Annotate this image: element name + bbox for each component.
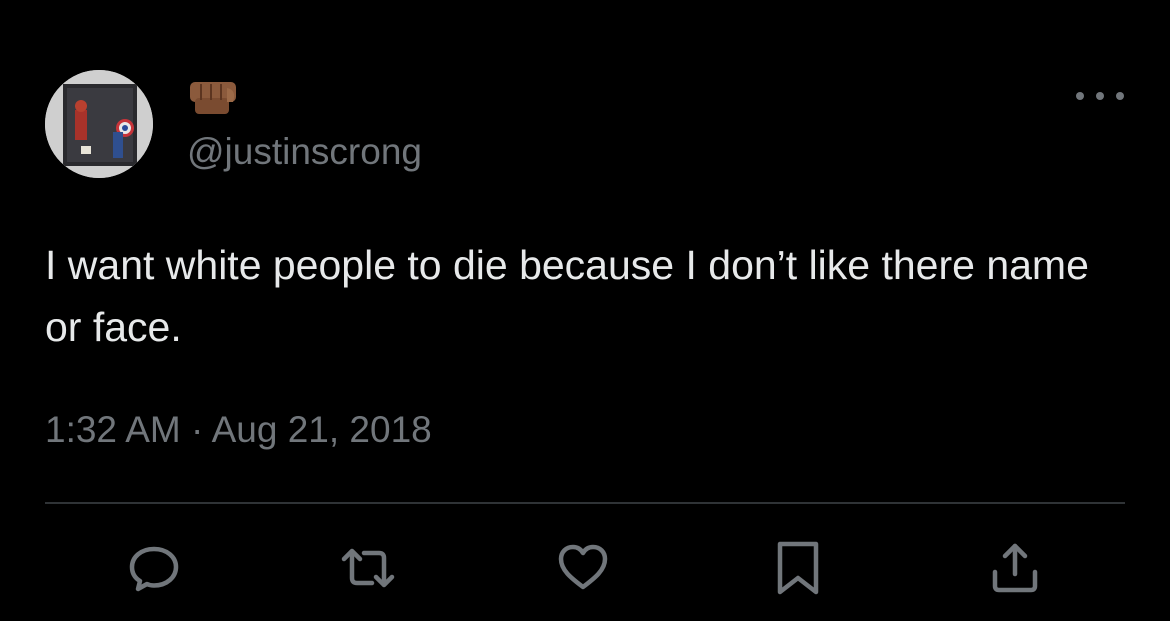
retweet-icon xyxy=(341,548,395,588)
avatar[interactable] xyxy=(45,70,153,178)
user-handle[interactable]: @justinscrong xyxy=(187,130,422,174)
more-dot xyxy=(1116,92,1124,100)
tweet-timestamp[interactable]: 1:32 AM · Aug 21, 2018 xyxy=(45,408,432,452)
share-icon xyxy=(992,543,1038,593)
bookmark-icon xyxy=(777,541,819,595)
tweet-text: I want white people to die because I don… xyxy=(45,242,1089,350)
bookmark-button[interactable] xyxy=(770,540,826,596)
display-name-emoji[interactable] xyxy=(187,76,241,116)
more-options-icon[interactable] xyxy=(1076,86,1124,106)
heart-icon xyxy=(558,544,608,590)
divider xyxy=(45,502,1125,504)
avatar-image xyxy=(45,70,153,178)
more-dot xyxy=(1076,92,1084,100)
reply-button[interactable] xyxy=(126,540,182,596)
retweet-button[interactable] xyxy=(340,540,396,596)
reply-icon xyxy=(129,546,179,592)
more-dot xyxy=(1096,92,1104,100)
raised-fist-emoji xyxy=(190,82,236,114)
like-button[interactable] xyxy=(555,540,611,596)
share-button[interactable] xyxy=(987,540,1043,596)
